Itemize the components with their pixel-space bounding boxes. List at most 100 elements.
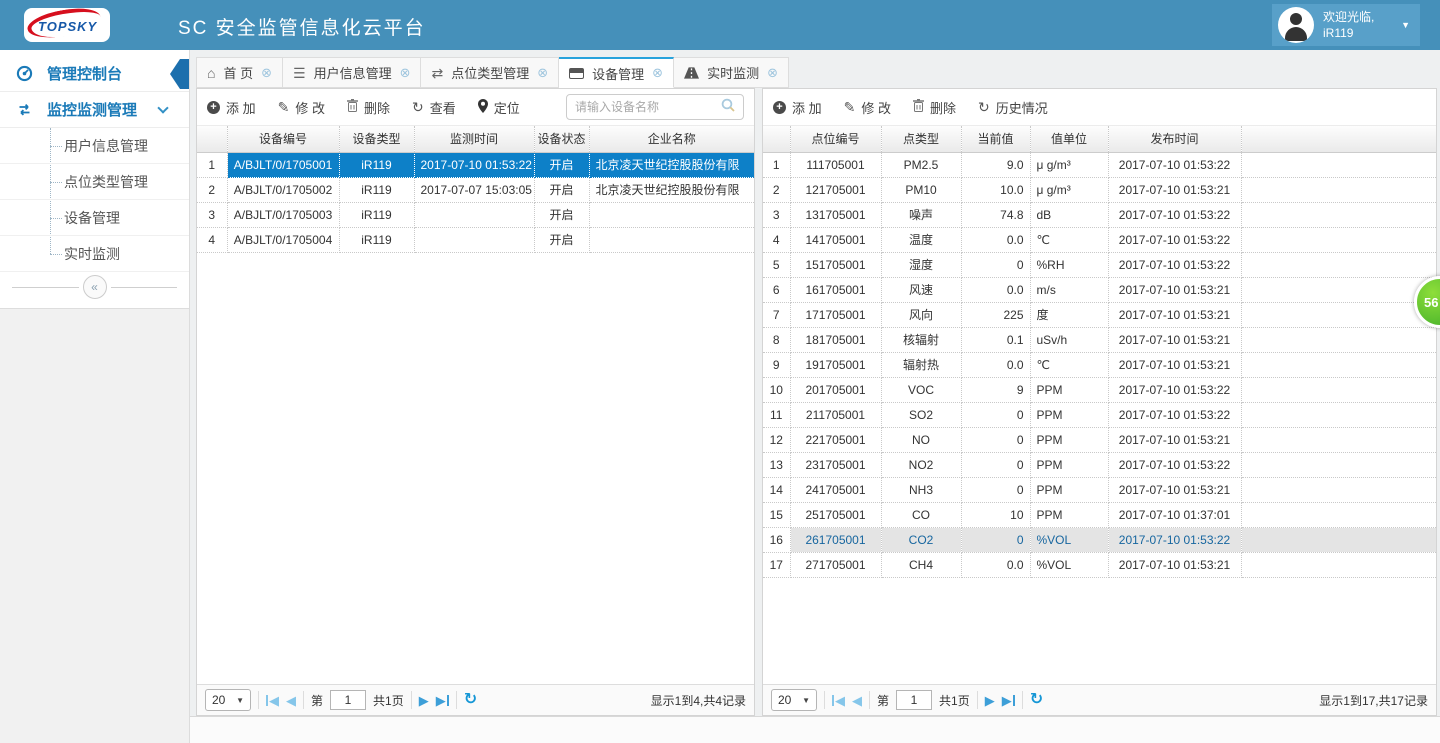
tab-home[interactable]: ⌂ 首 页 ⊗ — [196, 57, 283, 88]
column-header[interactable] — [197, 126, 227, 152]
add-button[interactable]: 添 加 — [773, 98, 822, 117]
table-cell: μ g/m³ — [1030, 152, 1108, 177]
table-cell: 7 — [763, 302, 790, 327]
table-row[interactable]: 1A/BJLT/0/1705001iR1192017-07-10 01:53:2… — [197, 152, 754, 177]
tab-point-type[interactable]: ⇄ 点位类型管理 ⊗ — [421, 57, 559, 88]
page-number-input[interactable] — [896, 690, 932, 710]
user-menu[interactable]: 欢迎光临, iR119 ▼ — [1272, 4, 1420, 46]
divider — [977, 691, 978, 709]
table-row[interactable]: 8181705001核辐射0.1uSv/h2017-07-10 01:53:21 — [763, 327, 1436, 352]
column-header[interactable]: 发布时间 — [1108, 126, 1241, 152]
delete-button[interactable]: 删除 — [347, 98, 390, 117]
close-icon[interactable]: ⊗ — [261, 65, 272, 81]
refresh-icon[interactable]: ↻ — [1030, 692, 1043, 708]
close-icon[interactable]: ⊗ — [400, 65, 411, 81]
table-row[interactable]: 11211705001SO20PPM2017-07-10 01:53:22 — [763, 402, 1436, 427]
table-row[interactable]: 9191705001辐射热0.0℃2017-07-10 01:53:21 — [763, 352, 1436, 377]
table-row[interactable]: 5151705001湿度0%RH2017-07-10 01:53:22 — [763, 252, 1436, 277]
table-cell: 2017-07-10 01:53:22 — [414, 152, 534, 177]
table-row[interactable]: 13231705001NO20PPM2017-07-10 01:53:22 — [763, 452, 1436, 477]
tab-user-info[interactable]: ☰ 用户信息管理 ⊗ — [283, 57, 421, 88]
table-cell — [414, 202, 534, 227]
table-row[interactable]: 4141705001温度0.0℃2017-07-10 01:53:22 — [763, 227, 1436, 252]
page-size-select[interactable]: 20▼ — [771, 689, 817, 711]
table-row[interactable]: 4A/BJLT/0/1705004iR119开启 — [197, 227, 754, 252]
table-row[interactable]: 12221705001NO0PPM2017-07-10 01:53:21 — [763, 427, 1436, 452]
prev-page-button[interactable]: ◀ — [852, 694, 862, 707]
table-cell: 2017-07-10 01:53:21 — [1108, 477, 1241, 502]
sidebar-item-device-mgmt[interactable]: 设备管理 — [0, 200, 189, 236]
column-header[interactable]: 点位编号 — [790, 126, 881, 152]
table-cell: 2017-07-10 01:53:21 — [1108, 427, 1241, 452]
total-pages-label: 共1页 — [939, 692, 970, 709]
next-page-button[interactable]: ▶ — [419, 694, 429, 707]
table-cell: 211705001 — [790, 402, 881, 427]
edit-button[interactable]: ✎修 改 — [844, 98, 891, 117]
table-row[interactable]: 6161705001风速0.0m/s2017-07-10 01:53:21 — [763, 277, 1436, 302]
table-cell: 开启 — [534, 177, 589, 202]
table-row[interactable]: 3131705001噪声74.8dB2017-07-10 01:53:22 — [763, 202, 1436, 227]
close-icon[interactable]: ⊗ — [767, 65, 778, 81]
last-page-button[interactable]: ▶ — [1002, 694, 1015, 707]
refresh-icon[interactable]: ↻ — [464, 692, 477, 708]
table-row[interactable]: 17271705001CH40.0%VOL2017-07-10 01:53:21 — [763, 552, 1436, 577]
pencil-icon: ✎ — [278, 100, 290, 114]
next-page-button[interactable]: ▶ — [985, 694, 995, 707]
tree-dash — [50, 146, 62, 147]
close-icon[interactable]: ⊗ — [652, 65, 663, 81]
column-header[interactable] — [763, 126, 790, 152]
page-size-select[interactable]: 20▼ — [205, 689, 251, 711]
edit-button[interactable]: ✎修 改 — [278, 98, 325, 117]
record-summary: 显示1到17,共17记录 — [1319, 692, 1428, 709]
table-row[interactable]: 2A/BJLT/0/1705002iR1192017-07-07 15:03:0… — [197, 177, 754, 202]
column-header[interactable]: 当前值 — [961, 126, 1030, 152]
table-row[interactable]: 1111705001PM2.59.0μ g/m³2017-07-10 01:53… — [763, 152, 1436, 177]
column-header[interactable]: 设备类型 — [339, 126, 414, 152]
tab-device-mgmt[interactable]: 设备管理 ⊗ — [559, 57, 674, 88]
delete-button[interactable]: 删除 — [913, 98, 956, 117]
table-row[interactable]: 10201705001VOC9PPM2017-07-10 01:53:22 — [763, 377, 1436, 402]
point-pagination: 20▼ ◀ ◀ 第 共1页 ▶ ▶ ↻ 显示1到17,共17记录 — [763, 684, 1436, 715]
table-row[interactable]: 16261705001CO20%VOL2017-07-10 01:53:22 — [763, 527, 1436, 552]
tree-dash — [50, 254, 62, 255]
table-cell: SO2 — [881, 402, 961, 427]
locate-button[interactable]: 定位 — [478, 98, 520, 117]
table-row[interactable]: 3A/BJLT/0/1705003iR119开启 — [197, 202, 754, 227]
page-number-input[interactable] — [330, 690, 366, 710]
view-button[interactable]: ↻查看 — [412, 98, 456, 117]
table-cell: 0.0 — [961, 552, 1030, 577]
column-header[interactable]: 企业名称 — [589, 126, 754, 152]
table-cell: 2017-07-10 01:53:22 — [1108, 452, 1241, 477]
refresh-icon: ↻ — [978, 100, 990, 114]
table-row[interactable]: 7171705001风向225度2017-07-10 01:53:21 — [763, 302, 1436, 327]
column-header[interactable]: 点类型 — [881, 126, 961, 152]
table-cell: 261705001 — [790, 527, 881, 552]
table-row[interactable]: 15251705001CO10PPM2017-07-10 01:37:01 — [763, 502, 1436, 527]
first-page-button[interactable]: ◀ — [266, 694, 279, 707]
sidebar-item-point-type[interactable]: 点位类型管理 — [0, 164, 189, 200]
button-label: 添 加 — [792, 98, 822, 117]
search-icon[interactable] — [721, 98, 735, 117]
first-page-button[interactable]: ◀ — [832, 694, 845, 707]
tab-realtime[interactable]: 实时监测 ⊗ — [674, 57, 789, 88]
prev-page-button[interactable]: ◀ — [286, 694, 296, 707]
sidebar-item-dashboard[interactable]: 管理控制台 — [0, 56, 189, 92]
table-row[interactable]: 2121705001PM1010.0μ g/m³2017-07-10 01:53… — [763, 177, 1436, 202]
column-header[interactable]: 监测时间 — [414, 126, 534, 152]
table-row[interactable]: 14241705001NH30PPM2017-07-10 01:53:21 — [763, 477, 1436, 502]
column-header[interactable]: 值单位 — [1030, 126, 1108, 152]
history-button[interactable]: ↻历史情况 — [978, 98, 1048, 117]
close-icon[interactable]: ⊗ — [537, 65, 548, 81]
sidebar-item-monitor-mgmt[interactable]: 监控监测管理 — [0, 92, 189, 128]
column-header[interactable] — [1241, 126, 1436, 152]
table-cell: 0 — [961, 477, 1030, 502]
table-cell: 0.0 — [961, 352, 1030, 377]
add-button[interactable]: 添 加 — [207, 98, 256, 117]
sidebar-item-realtime[interactable]: 实时监测 — [0, 236, 189, 272]
collapse-sidebar-button[interactable]: « — [83, 275, 107, 299]
column-header[interactable]: 设备状态 — [534, 126, 589, 152]
device-search-input[interactable] — [575, 100, 715, 114]
last-page-button[interactable]: ▶ — [436, 694, 449, 707]
sidebar-item-user-info[interactable]: 用户信息管理 — [0, 128, 189, 164]
column-header[interactable]: 设备编号 — [227, 126, 339, 152]
